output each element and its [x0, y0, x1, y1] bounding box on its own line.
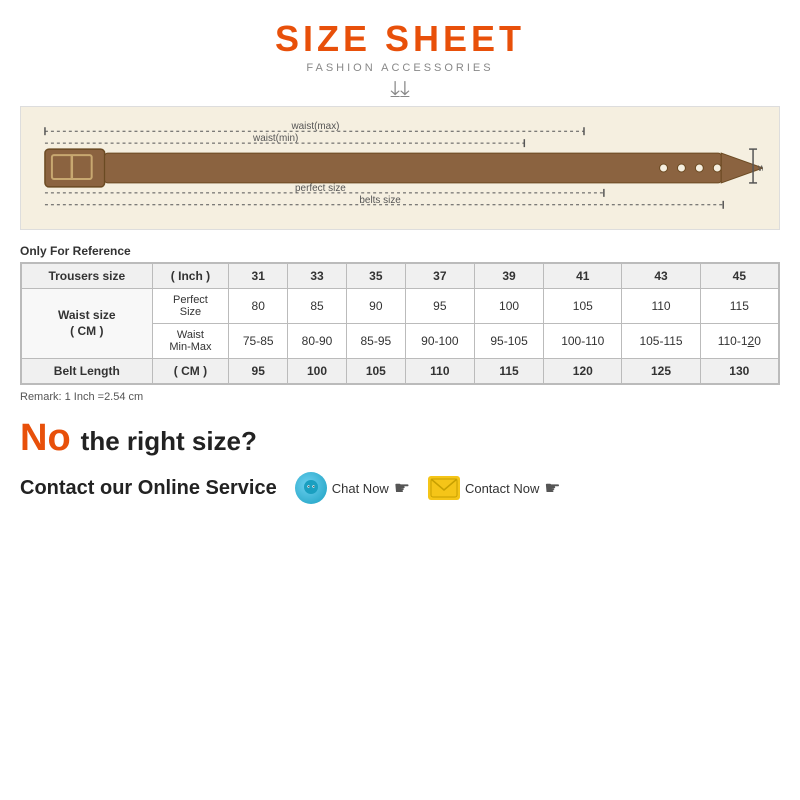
- wmm-85-95: 85-95: [346, 324, 405, 359]
- contact-now-button[interactable]: Contact Now ☛: [428, 476, 561, 500]
- bl-100: 100: [288, 359, 347, 384]
- chat-now-button[interactable]: Chat Now ☛: [295, 472, 410, 504]
- svg-text:width: width: [757, 163, 763, 174]
- col-33: 33: [288, 264, 347, 289]
- page-subtitle: FASHION ACCESSORIES: [306, 62, 493, 74]
- wmm-95-105: 95-105: [474, 324, 543, 359]
- hand-icon-chat: ☛: [394, 478, 410, 499]
- mail-icon: [428, 476, 460, 500]
- ps-80: 80: [229, 289, 288, 324]
- col-45: 45: [700, 264, 778, 289]
- chat-icon: [295, 472, 327, 504]
- bl-125: 125: [622, 359, 700, 384]
- bl-110: 110: [405, 359, 474, 384]
- col-37: 37: [405, 264, 474, 289]
- table-header-row: Trousers size ( Inch ) 31 33 35 37 39 41…: [22, 264, 779, 289]
- belt-length-label: Belt Length: [22, 359, 153, 384]
- wmm-105-115: 105-115: [622, 324, 700, 359]
- remark-text: Remark: 1 Inch =2.54 cm: [20, 391, 143, 403]
- ps-110: 110: [622, 289, 700, 324]
- chevron-icon: ⤓⤓: [390, 78, 409, 100]
- hand-icon-contact: ☛: [544, 478, 560, 499]
- col-inch: ( Inch ): [152, 264, 229, 289]
- wmm-100-110: 100-110: [544, 324, 622, 359]
- col-35: 35: [346, 264, 405, 289]
- col-trousers-size: Trousers size: [22, 264, 153, 289]
- waist-size-label: Waist size( CM ): [22, 289, 153, 359]
- ps-115: 115: [700, 289, 778, 324]
- wmm-90-100: 90-100: [405, 324, 474, 359]
- ps-95: 95: [405, 289, 474, 324]
- ps-105: 105: [544, 289, 622, 324]
- right-size-text: the right size?: [81, 426, 257, 457]
- wmm-80-90: 80-90: [288, 324, 347, 359]
- bl-130: 130: [700, 359, 778, 384]
- ps-85: 85: [288, 289, 347, 324]
- page-title: SIZE SHEET: [275, 18, 525, 60]
- contact-label: Contact our Online Service: [20, 477, 277, 500]
- ps-100: 100: [474, 289, 543, 324]
- svg-text:waist(min): waist(min): [252, 133, 298, 144]
- ps-90: 90: [346, 289, 405, 324]
- no-section: No the right size? Contact our Online Se…: [20, 417, 780, 504]
- bl-105: 105: [346, 359, 405, 384]
- no-line: No the right size?: [20, 417, 257, 460]
- size-table-wrapper: Trousers size ( Inch ) 31 33 35 37 39 41…: [20, 262, 780, 385]
- size-table: Trousers size ( Inch ) 31 33 35 37 39 41…: [21, 263, 779, 384]
- svg-text:waist(max): waist(max): [290, 121, 339, 132]
- table-row-belt-length: Belt Length ( CM ) 95 100 105 110 115 12…: [22, 359, 779, 384]
- waist-minmax-label: WaistMin-Max: [152, 324, 229, 359]
- page: SIZE SHEET FASHION ACCESSORIES ⤓⤓ waist(…: [0, 0, 800, 800]
- chat-now-label: Chat Now: [332, 481, 389, 496]
- contact-line: Contact our Online Service Chat Now ☛: [20, 472, 561, 504]
- col-41: 41: [544, 264, 622, 289]
- svg-text:perfect size: perfect size: [295, 183, 346, 194]
- bl-120: 120: [544, 359, 622, 384]
- wmm-75-85: 75-85: [229, 324, 288, 359]
- bl-115: 115: [474, 359, 543, 384]
- table-row-perfect-size: Waist size( CM ) PerfectSize 80 85 90 95…: [22, 289, 779, 324]
- col-43: 43: [622, 264, 700, 289]
- bl-95: 95: [229, 359, 288, 384]
- only-for-reference-label: Only For Reference: [20, 244, 131, 258]
- perfect-size-label: PerfectSize: [152, 289, 229, 324]
- wmm-110-120: 110-120: [700, 324, 778, 359]
- col-39: 39: [474, 264, 543, 289]
- col-31: 31: [229, 264, 288, 289]
- belt-length-unit: ( CM ): [152, 359, 229, 384]
- svg-text:belts size: belts size: [359, 195, 401, 206]
- contact-now-label: Contact Now: [465, 481, 539, 496]
- no-text: No: [20, 417, 71, 460]
- belt-diagram: waist(max) waist(min): [20, 106, 780, 230]
